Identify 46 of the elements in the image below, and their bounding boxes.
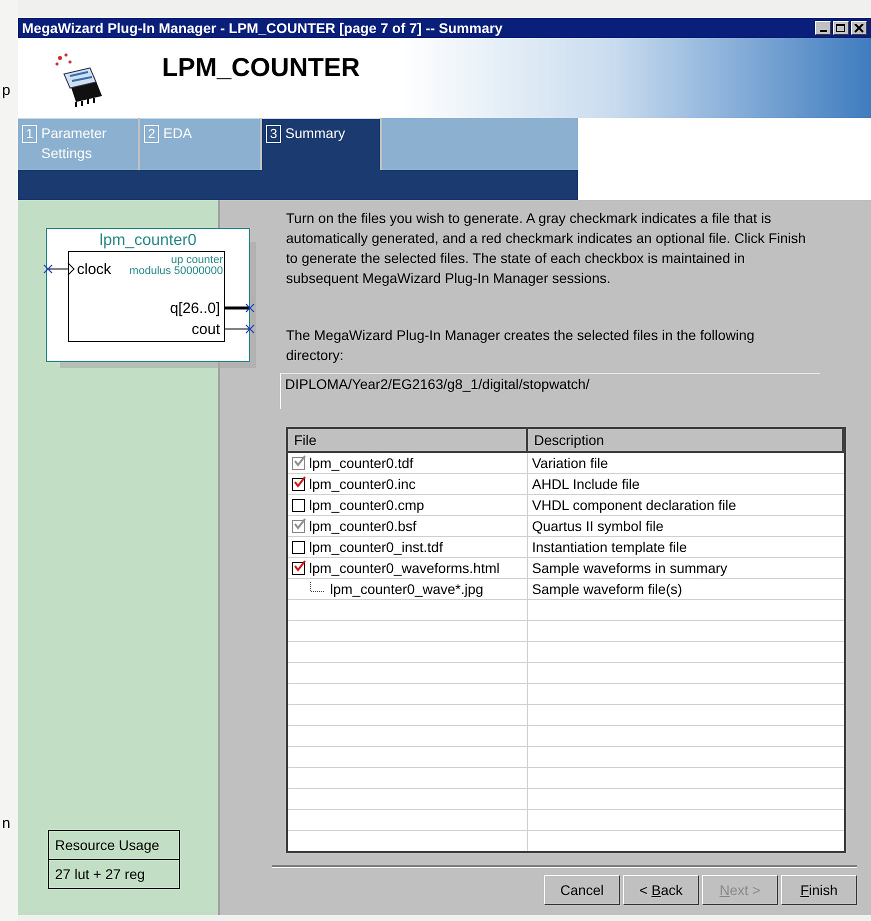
port-label: clock	[77, 261, 112, 278]
background-text: n	[2, 815, 10, 832]
directory-field: DIPLOMA/Year2/EG2163/g8_1/digital/stopwatch/	[280, 373, 820, 409]
wizard-button[interactable]: Cancel	[544, 875, 620, 905]
file-name: lpm_counter0_waveforms.html	[309, 560, 500, 576]
file-name: lpm_counter0.cmp	[309, 497, 424, 513]
wizard-button[interactable]: Finish	[781, 875, 857, 905]
component-title: LPM_COUNTER	[162, 52, 360, 83]
column-header[interactable]: File	[288, 429, 528, 451]
file-checkbox[interactable]	[292, 562, 305, 574]
file-name: lpm_counter0.tdf	[309, 455, 414, 471]
file-checkbox[interactable]	[292, 478, 305, 490]
symbol-parameter: modulus 50000000	[129, 265, 223, 277]
file-name: lpm_counter0.inc	[309, 476, 416, 492]
maximize-button[interactable]	[833, 21, 849, 35]
window-title: MegaWizard Plug-In Manager - LPM_COUNTER [page 7 of 7] -- Summary	[22, 20, 503, 36]
directory-label: The MegaWizard Plug-In Manager creates the selected files in the following directory:	[286, 326, 756, 365]
port-label: cout	[192, 321, 220, 338]
file-description: Sample waveforms in summary	[532, 560, 728, 576]
maximize-icon	[836, 24, 846, 32]
close-button[interactable]	[851, 21, 867, 35]
resource-heading: Resource Usage	[54, 836, 160, 855]
close-icon	[854, 24, 864, 32]
input-pin	[43, 262, 75, 276]
wizard-tab[interactable]: 3 Summary	[262, 118, 380, 170]
file-description: Instantiation template file	[532, 539, 687, 555]
file-description: VHDL component declaration file	[532, 497, 736, 513]
file-description: AHDL Include file	[532, 476, 640, 492]
file-name: lpm_counter0.bsf	[309, 518, 416, 534]
file-description: Quartus II symbol file	[532, 518, 664, 534]
file-name: lpm_counter0_inst.tdf	[309, 539, 443, 555]
minimize-button[interactable]	[815, 21, 831, 35]
instructions-text: Turn on the files you wish to generate. A gray checkmark indicates a file that is automatically generated, and a red checkmark indicates an optional file. Click Finish to generate the selected files. The state of each checkbox is maintained in subsequent MegaWizard Plug-In Manager sessions.	[286, 209, 807, 288]
symbol-name: lpm_counter0	[100, 232, 196, 249]
column-header[interactable]: Description	[528, 429, 844, 451]
resource-value: 27 lut + 27 reg	[49, 859, 179, 888]
file-checkbox[interactable]	[292, 498, 305, 512]
wizard-button[interactable]: < Back	[623, 875, 699, 905]
symbol-type: up counter	[171, 254, 223, 266]
file-name: lpm_counter0_wave*.jpg	[330, 581, 484, 597]
file-description: Variation file	[532, 455, 608, 471]
background-text: p	[2, 82, 10, 99]
minimize-icon	[820, 30, 826, 32]
port-label: q[26..0]	[170, 300, 220, 317]
file-description: Sample waveform file(s)	[532, 581, 682, 597]
file-checkbox[interactable]	[292, 540, 305, 554]
